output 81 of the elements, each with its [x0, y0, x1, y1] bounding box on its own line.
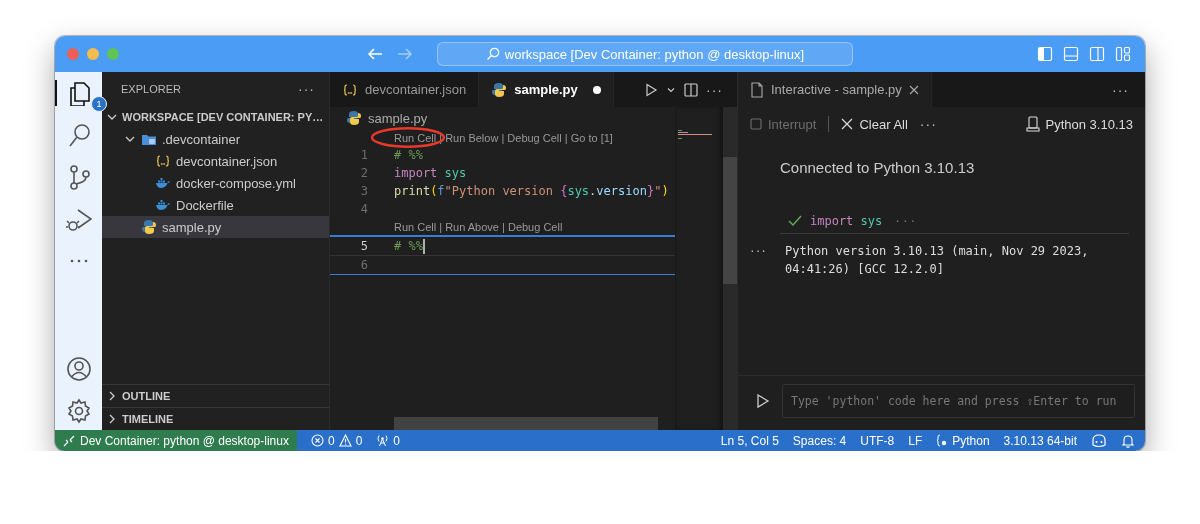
status-message: Connected to Python 3.10.13 [780, 159, 976, 178]
status-item[interactable]: Spaces: 4 [792, 433, 847, 448]
remote-icon [63, 434, 75, 447]
unsaved-dot [592, 85, 601, 94]
layout-icon[interactable] [1115, 46, 1131, 62]
text-cursor [422, 238, 425, 254]
more-actions-button[interactable]: ··· [919, 116, 937, 132]
code-line: print(f"Python version {sys.version}") [394, 184, 669, 198]
settings-icon[interactable] [66, 398, 92, 424]
search-icon [485, 47, 500, 61]
folder-icon [141, 132, 157, 146]
line-number: 4 [359, 202, 368, 216]
split-editor-icon[interactable] [684, 82, 698, 97]
window-title: workspace [Dev Container: python @ desktop-linux] [504, 46, 805, 62]
close-icon[interactable] [908, 84, 919, 95]
braces-icon [936, 434, 949, 447]
antenna-icon [376, 434, 390, 447]
stop-icon [750, 118, 762, 130]
status-item[interactable]: LF [908, 433, 923, 448]
code-line: import sys [810, 214, 883, 228]
problems-indicator[interactable]: 0 0 [310, 433, 363, 448]
error-icon [310, 434, 324, 447]
line-number: 2 [359, 166, 368, 180]
more-actions-button[interactable]: ··· [1112, 81, 1145, 98]
status-item[interactable]: UTF-8 [860, 433, 895, 448]
scrollbar-thumb[interactable] [394, 417, 658, 430]
split-layout-icon[interactable] [1089, 46, 1105, 62]
clear-all-button[interactable]: Clear All [841, 116, 908, 132]
python-icon [346, 110, 362, 126]
python-icon [141, 219, 157, 235]
breadcrumb[interactable]: sample.py [330, 107, 675, 129]
whale-icon [155, 176, 171, 190]
run-icon[interactable] [644, 82, 658, 97]
python-icon [491, 81, 508, 98]
file-tree-item[interactable]: devcontainer.json [102, 150, 329, 172]
sidebar-toggle-icon[interactable] [1037, 46, 1053, 62]
file-tree-item[interactable]: Dockerfile [102, 194, 329, 216]
code-input-field[interactable]: Type 'python' code here and press ⇧Enter to run [782, 384, 1135, 418]
code-lens[interactable]: Run Cell | Run Above | Debug Cell [394, 220, 563, 233]
whale-icon [155, 198, 171, 212]
editor-tab[interactable]: sample.py [479, 72, 614, 107]
code-line: # %% [394, 238, 425, 254]
server-icon [1025, 116, 1040, 132]
panel-title: EXPLORER [121, 83, 181, 95]
ports-indicator[interactable]: 0 [376, 433, 401, 448]
editor-tab[interactable]: Interactive - sample.py [738, 72, 932, 107]
status-item[interactable]: 3.10.13 64-bit [1003, 433, 1077, 448]
line-number: 6 [359, 258, 368, 272]
braces-icon [342, 82, 358, 97]
output-actions-button[interactable]: ··· [750, 242, 767, 278]
kernel-picker[interactable]: Python 3.10.13 [1025, 116, 1133, 132]
section-header[interactable]: OUTLINE [102, 384, 329, 407]
more-actions-button[interactable]: ··· [298, 81, 315, 97]
line-number: 5 [359, 239, 368, 253]
copilot-icon[interactable] [1091, 433, 1107, 448]
code-line: import sys [394, 166, 467, 180]
close-icon [841, 118, 854, 130]
search-icon[interactable] [66, 122, 92, 148]
more-actions-button[interactable]: ··· [706, 81, 723, 98]
braces-icon [155, 154, 171, 168]
line-number: 3 [359, 184, 368, 198]
file-tree-item[interactable]: sample.py [102, 216, 329, 238]
file-tree-item[interactable]: docker-compose.yml [102, 172, 329, 194]
file-tree-item[interactable]: .devcontainer [102, 128, 329, 150]
warning-icon [338, 434, 352, 447]
file-icon [750, 81, 764, 98]
collapsed-code-indicator[interactable]: ··· [894, 214, 918, 228]
scrollbar-thumb[interactable] [723, 157, 737, 284]
line-number: 1 [359, 148, 368, 162]
run-debug-icon[interactable] [66, 206, 92, 232]
remote-indicator[interactable]: Dev Container: python @ desktop-linux [55, 430, 297, 451]
cell-output: Python version 3.10.13 (main, Nov 29 2023, 04:41:26) [GCC 12.2.0] [785, 243, 1090, 278]
language-mode[interactable]: Python [936, 433, 990, 448]
account-icon[interactable] [66, 356, 92, 382]
run-icon[interactable] [756, 393, 770, 409]
bell-icon[interactable] [1121, 433, 1135, 448]
back-arrow-icon[interactable] [367, 47, 383, 61]
panel-toggle-icon[interactable] [1063, 46, 1079, 62]
count-badge: 1 [91, 96, 107, 112]
code-line: # %% [394, 148, 423, 162]
status-item[interactable]: Ln 5, Col 5 [720, 433, 779, 448]
